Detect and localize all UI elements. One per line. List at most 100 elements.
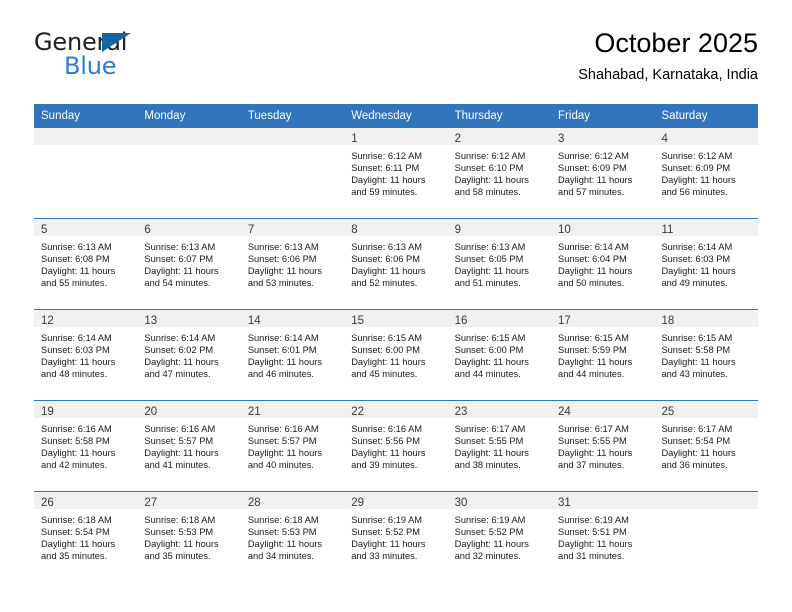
day-cell[interactable]: 24 Sunrise: 6:17 AM Sunset: 5:55 PM Dayligh… [551,401,655,491]
daylight-text: Daylight: 11 hours [661,175,736,186]
day-cell[interactable]: 28 Sunrise: 6:18 AM Sunset: 5:53 PM Dayligh… [240,492,345,582]
day-cell[interactable]: 22 Sunrise: 6:16 AM Sunset: 5:56 PM Dayligh… [344,401,448,491]
day-number-band: 4 [654,128,758,145]
day-cell[interactable]: 21 Sunrise: 6:16 AM Sunset: 5:57 PM Dayligh… [240,401,345,491]
day-number-band: 18 [654,310,758,327]
day-details: Sunrise: 6:16 AM Sunset: 5:57 PM Daylight:… [241,418,344,471]
sunset-text: Sunset: 5:53 PM [144,527,214,538]
day-number: 30 [454,497,468,509]
daylight-text: and 42 minutes. [41,460,108,471]
daylight-text: and 53 minutes. [247,278,314,289]
day-number: 31 [558,497,571,509]
sunrise-text: Sunrise: 6:18 AM [41,515,112,525]
daylight-text: Daylight: 11 hours [661,448,736,459]
day-number-band: 10 [551,219,655,236]
daylight-text: and 49 minutes. [661,278,728,289]
daylight-text: and 43 minutes. [661,369,728,380]
day-cell[interactable]: 31 Sunrise: 6:19 AM Sunset: 5:51 PM Dayligh… [551,492,655,582]
daylight-text: and 44 minutes. [454,369,521,380]
day-cell[interactable]: 26 Sunrise: 6:18 AM Sunset: 5:54 PM Dayligh… [34,492,138,582]
sunset-text: Sunset: 5:52 PM [351,527,420,538]
day-cell[interactable]: 25 Sunrise: 6:17 AM Sunset: 5:54 PM Dayligh… [654,401,758,491]
daylight-text: and 52 minutes. [351,278,418,289]
calendar-week-row: 19 Sunrise: 6:16 AM Sunset: 5:58 PM Dayligh… [34,400,758,491]
day-cell[interactable]: 17 Sunrise: 6:15 AM Sunset: 5:59 PM Dayligh… [551,310,655,400]
daylight-text: Daylight: 11 hours [454,266,529,277]
day-cell[interactable]: 20 Sunrise: 6:16 AM Sunset: 5:57 PM Dayligh… [137,401,241,491]
day-number: 5 [41,224,48,236]
day-details: Sunrise: 6:17 AM Sunset: 5:54 PM Daylight:… [654,418,757,471]
day-details: Sunrise: 6:12 AM Sunset: 6:10 PM Daylight:… [448,145,551,198]
day-cell[interactable]: 9 Sunrise: 6:13 AM Sunset: 6:05 PM Daylight… [447,219,552,309]
day-number-band: 2 [447,128,552,145]
sunrise-text: Sunrise: 6:16 AM [144,424,216,434]
day-details: Sunrise: 6:13 AM Sunset: 6:07 PM Daylight:… [137,236,240,289]
day-cell[interactable]: 2 Sunrise: 6:12 AM Sunset: 6:10 PM Daylight… [447,128,552,218]
day-number-band: 31 [551,492,655,509]
day-cell[interactable]: 18 Sunrise: 6:15 AM Sunset: 5:58 PM Dayligh… [654,310,758,400]
day-number: 13 [144,315,158,327]
day-number-band: 30 [447,492,552,509]
day-number-band [34,128,138,145]
day-cell[interactable]: 7 Sunrise: 6:13 AM Sunset: 6:06 PM Daylight… [240,219,345,309]
daylight-text: Daylight: 11 hours [454,175,529,186]
sunrise-text: Sunrise: 6:15 AM [454,333,526,343]
daylight-text: and 40 minutes. [247,460,314,471]
daylight-text: and 50 minutes. [558,278,625,289]
day-cell[interactable]: 15 Sunrise: 6:15 AM Sunset: 6:00 PM Dayligh… [344,310,448,400]
sunset-text: Sunset: 5:57 PM [144,436,214,447]
day-cell[interactable]: 3 Sunrise: 6:12 AM Sunset: 6:09 PM Daylight… [551,128,655,218]
day-cell[interactable]: 11 Sunrise: 6:14 AM Sunset: 6:03 PM Dayligh… [654,219,758,309]
daylight-text: and 35 minutes. [144,551,211,562]
day-cell[interactable]: 14 Sunrise: 6:14 AM Sunset: 6:01 PM Dayligh… [240,310,345,400]
day-cell[interactable]: 10 Sunrise: 6:14 AM Sunset: 6:04 PM Dayligh… [551,219,655,309]
day-cell[interactable]: 29 Sunrise: 6:19 AM Sunset: 5:52 PM Dayligh… [344,492,448,582]
day-cell[interactable]: 4 Sunrise: 6:12 AM Sunset: 6:09 PM Daylight… [654,128,758,218]
day-number: 17 [558,315,571,327]
sunrise-text: Sunrise: 6:16 AM [247,424,319,434]
sunrise-text: Sunrise: 6:15 AM [558,333,629,343]
daylight-text: Daylight: 11 hours [351,175,426,186]
day-cell-empty [137,128,241,218]
calendar-page: General Blue October 2025 Shahabad, Karn… [0,0,792,612]
daylight-text: and 36 minutes. [661,460,728,471]
day-number-band [240,128,345,145]
day-cell[interactable]: 12 Sunrise: 6:14 AM Sunset: 6:03 PM Dayligh… [34,310,138,400]
day-cell[interactable]: 23 Sunrise: 6:17 AM Sunset: 5:55 PM Dayligh… [447,401,552,491]
day-cell[interactable]: 1 Sunrise: 6:12 AM Sunset: 6:11 PM Daylight… [344,128,448,218]
daylight-text: Daylight: 11 hours [41,266,116,277]
day-cell[interactable]: 13 Sunrise: 6:14 AM Sunset: 6:02 PM Dayligh… [137,310,241,400]
day-cell[interactable]: 16 Sunrise: 6:15 AM Sunset: 6:00 PM Dayligh… [447,310,552,400]
sunset-text: Sunset: 5:55 PM [558,436,627,447]
day-cell-empty [654,492,758,582]
day-number-band: 1 [344,128,448,145]
day-details: Sunrise: 6:14 AM Sunset: 6:02 PM Daylight:… [137,327,240,380]
day-number: 11 [661,224,674,236]
daylight-text: and 45 minutes. [351,369,418,380]
day-details: Sunrise: 6:13 AM Sunset: 6:08 PM Daylight:… [34,236,137,289]
day-cell[interactable]: 8 Sunrise: 6:13 AM Sunset: 6:06 PM Daylight… [344,219,448,309]
sunrise-text: Sunrise: 6:19 AM [558,515,629,525]
daylight-text: Daylight: 11 hours [247,539,323,550]
day-cell[interactable]: 27 Sunrise: 6:18 AM Sunset: 5:53 PM Dayligh… [137,492,241,582]
day-cell[interactable]: 30 Sunrise: 6:19 AM Sunset: 5:52 PM Dayligh… [447,492,552,582]
day-number: 12 [41,315,54,327]
day-number-band: 16 [447,310,552,327]
day-number-band: 20 [137,401,241,418]
day-cell[interactable]: 5 Sunrise: 6:13 AM Sunset: 6:08 PM Daylight… [34,219,138,309]
day-cell[interactable]: 19 Sunrise: 6:16 AM Sunset: 5:58 PM Dayligh… [34,401,138,491]
day-details: Sunrise: 6:14 AM Sunset: 6:01 PM Daylight:… [241,327,344,380]
day-number-band: 11 [654,219,758,236]
daylight-text: Daylight: 11 hours [144,357,219,368]
day-details: Sunrise: 6:15 AM Sunset: 6:00 PM Daylight:… [344,327,447,380]
daylight-text: Daylight: 11 hours [41,357,116,368]
sunrise-text: Sunrise: 6:12 AM [454,151,526,161]
day-details: Sunrise: 6:16 AM Sunset: 5:56 PM Daylight:… [344,418,447,471]
day-details: Sunrise: 6:17 AM Sunset: 5:55 PM Daylight:… [448,418,551,471]
sunset-text: Sunset: 6:03 PM [41,345,110,356]
general-blue-logo[interactable]: General Blue [34,26,264,84]
day-number: 28 [247,497,261,509]
daylight-text: Daylight: 11 hours [41,539,116,550]
day-cell[interactable]: 6 Sunrise: 6:13 AM Sunset: 6:07 PM Daylight… [137,219,241,309]
daylight-text: and 56 minutes. [661,187,728,198]
